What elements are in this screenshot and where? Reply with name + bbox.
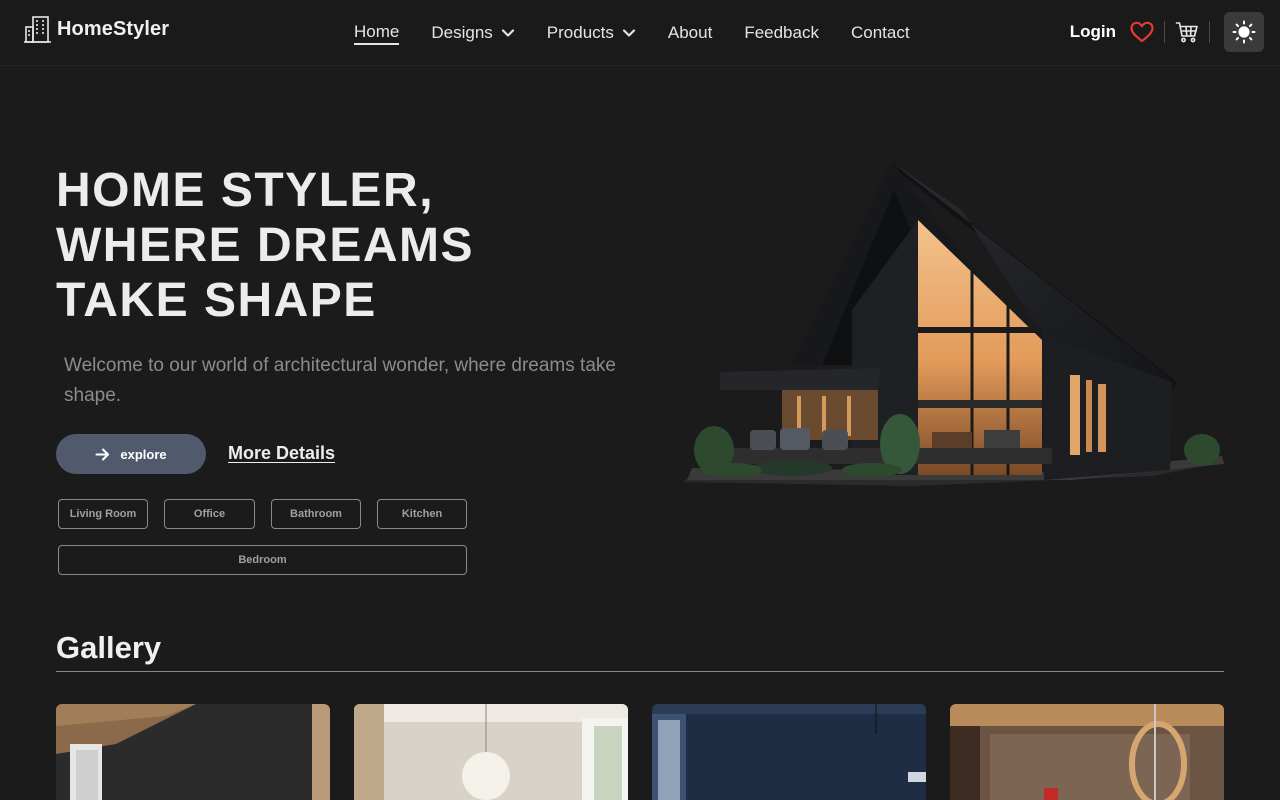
hero-title: HOME STYLER, WHERE DREAMS TAKE SHAPE <box>56 163 474 328</box>
heart-icon[interactable] <box>1130 21 1154 43</box>
arrow-right-icon <box>95 448 110 460</box>
nav-contact[interactable]: Contact <box>851 23 910 43</box>
chip-office[interactable]: Office <box>164 499 255 529</box>
nav-feedback-label: Feedback <box>744 23 819 42</box>
main-menu: Home Designs Products About Feedback Con… <box>354 0 942 66</box>
nav-home-label: Home <box>354 21 400 41</box>
nav-products[interactable]: Products <box>547 23 636 43</box>
theme-toggle-button[interactable] <box>1224 12 1264 52</box>
divider <box>1209 21 1210 43</box>
sun-icon <box>1232 20 1256 44</box>
nav-designs[interactable]: Designs <box>431 23 514 43</box>
brand-logo[interactable]: HomeStyler <box>24 14 169 44</box>
chevron-down-icon <box>501 29 514 37</box>
hero-title-line: HOME STYLER, <box>56 164 435 217</box>
nav-products-label: Products <box>546 23 614 42</box>
gallery-card-white-room[interactable] <box>354 704 628 800</box>
hero-subtitle: Welcome to our world of architectural wo… <box>64 355 616 406</box>
gallery-image-stone-stair <box>950 704 1224 800</box>
nav-contact-label: Contact <box>850 23 910 42</box>
chip-bedroom[interactable]: Bedroom <box>58 545 467 575</box>
gallery-card-stone-stair[interactable] <box>950 704 1224 800</box>
gallery-image-blue-room <box>652 704 926 800</box>
nav-actions: Login <box>1070 12 1264 52</box>
gallery-image-dark-room <box>56 704 330 800</box>
nav-home[interactable]: Home <box>354 21 400 45</box>
cart-icon[interactable] <box>1175 20 1199 44</box>
hero-house-image <box>682 162 1224 486</box>
gallery-title: Gallery <box>56 630 162 665</box>
nav-about-label: About <box>667 23 713 42</box>
hero-title-line: TAKE SHAPE <box>56 274 377 327</box>
chip-kitchen[interactable]: Kitchen <box>377 499 467 529</box>
gallery-card-blue-room[interactable] <box>652 704 926 800</box>
brand-name: HomeStyler <box>57 17 170 40</box>
explore-button[interactable]: explore <box>56 434 206 474</box>
more-details-link[interactable]: More Details <box>228 443 335 464</box>
chevron-down-icon <box>622 29 635 37</box>
top-navbar: HomeStyler Home Designs Products About F… <box>0 0 1280 66</box>
nav-feedback[interactable]: Feedback <box>744 23 819 43</box>
chip-living-room[interactable]: Living Room <box>58 499 148 529</box>
nav-designs-label: Designs <box>431 23 493 42</box>
gallery-divider <box>56 671 1224 672</box>
gallery-card-dark-room[interactable] <box>56 704 330 800</box>
gallery-image-white-room <box>354 704 628 800</box>
nav-about[interactable]: About <box>668 23 712 43</box>
chip-bathroom[interactable]: Bathroom <box>271 499 361 529</box>
explore-label: explore <box>120 446 167 462</box>
divider <box>1164 21 1165 43</box>
hero-title-line: WHERE DREAMS <box>56 219 475 272</box>
login-link[interactable]: Login <box>1070 22 1116 42</box>
building-icon <box>24 16 51 43</box>
